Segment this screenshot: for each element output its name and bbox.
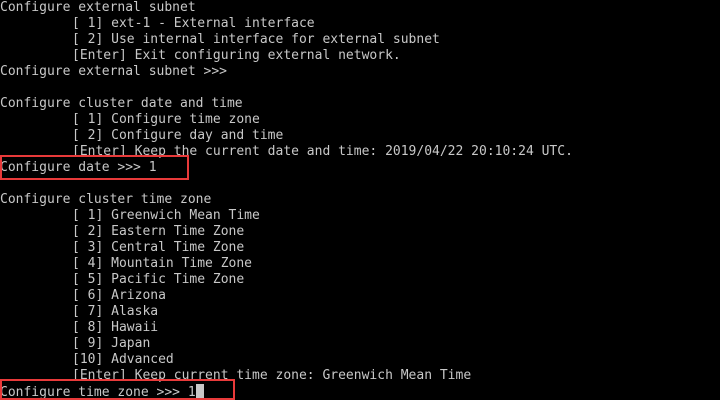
- cursor: [195, 384, 204, 398]
- time-zone-option-3: [ 3] Central Time Zone: [72, 240, 245, 255]
- time-zone-heading: Configure cluster time zone: [0, 192, 212, 207]
- time-zone-option-9: [ 9] Japan: [72, 336, 151, 351]
- date-time-option-1: [ 1] Configure time zone: [72, 112, 260, 127]
- time-zone-option-5: [ 5] Pacific Time Zone: [72, 272, 245, 287]
- time-zone-option-2: [ 2] Eastern Time Zone: [72, 224, 245, 239]
- time-zone-option-6: [ 6] Arizona: [72, 288, 166, 303]
- time-zone-option-7: [ 7] Alaska: [72, 304, 159, 319]
- date-time-heading: Configure cluster date and time: [0, 96, 243, 111]
- time-zone-prompt-line[interactable]: Configure time zone >>> 1: [0, 384, 204, 400]
- external-subnet-prompt: Configure external subnet >>>: [0, 64, 227, 79]
- time-zone-option-4: [ 4] Mountain Time Zone: [72, 256, 253, 271]
- date-prompt[interactable]: Configure date >>> 1: [0, 160, 157, 176]
- date-time-option-2: [ 2] Configure day and time: [72, 128, 284, 143]
- external-subnet-heading: Configure external subnet: [0, 0, 196, 15]
- external-subnet-option-1: [ 1] ext-1 - External interface: [72, 16, 315, 31]
- time-zone-option-10: [10] Advanced: [72, 352, 174, 367]
- date-time-option-enter: [Enter] Keep the current date and time: …: [72, 144, 573, 159]
- time-zone-option-enter: [Enter] Keep current time zone: Greenwic…: [72, 368, 472, 383]
- terminal-window[interactable]: Configure external subnet [ 1] ext-1 - E…: [0, 0, 720, 400]
- external-subnet-option-enter: [Enter] Exit configuring external networ…: [72, 48, 401, 63]
- external-subnet-option-2: [ 2] Use internal interface for external…: [72, 32, 440, 47]
- time-zone-option-1: [ 1] Greenwich Mean Time: [72, 208, 260, 223]
- time-zone-option-8: [ 8] Hawaii: [72, 320, 159, 335]
- time-zone-prompt: Configure time zone >>> 1: [0, 385, 196, 400]
